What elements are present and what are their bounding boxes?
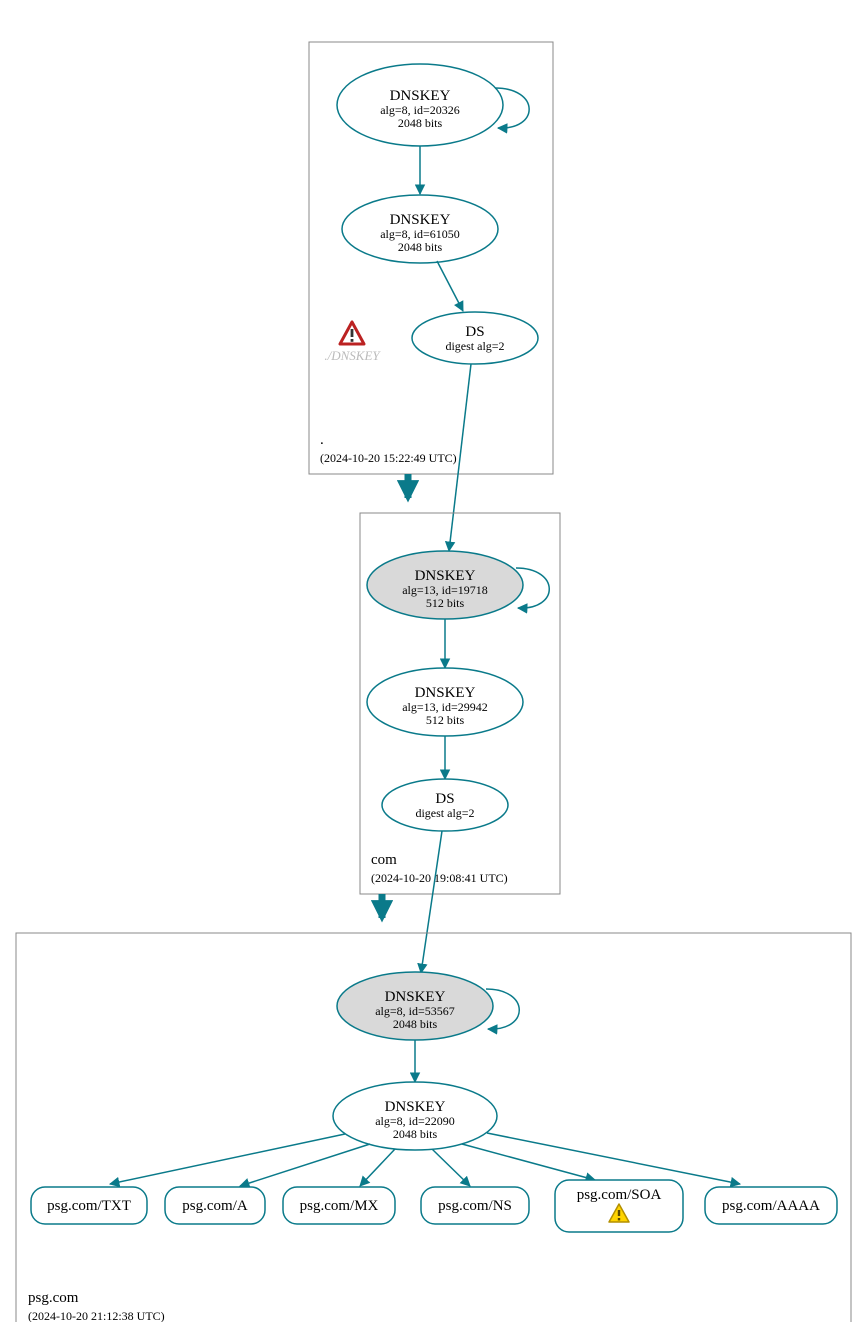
node-root-ksk-title: DNSKEY — [390, 88, 451, 104]
record-ns-label: psg.com/NS — [438, 1198, 512, 1214]
warning-exclaim-bar — [351, 329, 354, 337]
node-com-ds-title: DS — [435, 791, 454, 807]
edge-zsk-to-a — [240, 1144, 370, 1186]
zone-root-label: . — [320, 432, 324, 448]
node-psg-ksk: DNSKEY alg=8, id=53567 2048 bits — [337, 972, 493, 1040]
zone-root-timestamp: (2024-10-20 15:22:49 UTC) — [320, 451, 457, 465]
record-soa-label: psg.com/SOA — [577, 1187, 662, 1203]
warning-root-dnskey: ./DNSKEY — [324, 322, 381, 363]
record-txt-label: psg.com/TXT — [47, 1198, 131, 1214]
node-root-ksk-line2: 2048 bits — [398, 116, 443, 130]
node-psg-ksk-line2: 2048 bits — [393, 1017, 438, 1031]
edge-zsk-to-ns — [432, 1149, 470, 1186]
node-com-zsk-line2: 512 bits — [426, 713, 465, 727]
node-root-ds: DS digest alg=2 — [412, 312, 538, 364]
record-mx: psg.com/MX — [283, 1187, 395, 1224]
zone-com-timestamp: (2024-10-20 19:08:41 UTC) — [371, 871, 508, 885]
record-txt: psg.com/TXT — [31, 1187, 147, 1224]
node-com-ds: DS digest alg=2 — [382, 779, 508, 831]
edge-root-zsk-to-ds — [437, 261, 463, 311]
node-com-zsk-title: DNSKEY — [415, 685, 476, 701]
record-aaaa-label: psg.com/AAAA — [722, 1198, 820, 1214]
node-psg-zsk-line2: 2048 bits — [393, 1127, 438, 1141]
node-root-ds-title: DS — [465, 324, 484, 340]
node-com-ksk-line2: 512 bits — [426, 596, 465, 610]
edge-zsk-to-mx — [360, 1149, 395, 1186]
edge-zsk-to-soa — [462, 1144, 595, 1180]
node-root-ds-line1: digest alg=2 — [445, 339, 504, 353]
record-a-label: psg.com/A — [182, 1198, 248, 1214]
node-root-ksk-line1: alg=8, id=20326 — [380, 103, 460, 117]
zone-root: . (2024-10-20 15:22:49 UTC) DNSKEY alg=8… — [309, 42, 553, 474]
node-psg-ksk-title: DNSKEY — [385, 989, 446, 1005]
node-psg-ksk-line1: alg=8, id=53567 — [375, 1004, 455, 1018]
record-aaaa: psg.com/AAAA — [705, 1187, 837, 1224]
node-com-ksk-title: DNSKEY — [415, 568, 476, 584]
zone-com-label: com — [371, 852, 397, 868]
node-root-zsk-line1: alg=8, id=61050 — [380, 227, 460, 241]
record-ns: psg.com/NS — [421, 1187, 529, 1224]
record-mx-label: psg.com/MX — [300, 1198, 379, 1214]
node-psg-zsk-title: DNSKEY — [385, 1099, 446, 1115]
node-com-zsk: DNSKEY alg=13, id=29942 512 bits — [367, 668, 523, 736]
warning-exclaim-dot — [351, 339, 354, 342]
record-soa: psg.com/SOA — [555, 1180, 683, 1232]
node-com-ds-line1: digest alg=2 — [415, 806, 474, 820]
record-a: psg.com/A — [165, 1187, 265, 1224]
node-psg-zsk-line1: alg=8, id=22090 — [375, 1114, 455, 1128]
node-root-ksk: DNSKEY alg=8, id=20326 2048 bits — [337, 64, 503, 146]
node-com-zsk-line1: alg=13, id=29942 — [402, 700, 488, 714]
zone-psg: psg.com (2024-10-20 21:12:38 UTC) DNSKEY… — [16, 933, 851, 1322]
node-root-zsk-title: DNSKEY — [390, 212, 451, 228]
zone-psg-timestamp: (2024-10-20 21:12:38 UTC) — [28, 1309, 165, 1322]
zone-psg-label: psg.com — [28, 1290, 79, 1306]
node-psg-zsk: DNSKEY alg=8, id=22090 2048 bits — [333, 1082, 497, 1150]
edge-zsk-to-txt — [110, 1134, 345, 1184]
node-com-ksk-line1: alg=13, id=19718 — [402, 583, 488, 597]
node-root-zsk: DNSKEY alg=8, id=61050 2048 bits — [342, 195, 498, 263]
node-com-ksk: DNSKEY alg=13, id=19718 512 bits — [367, 551, 523, 619]
zone-com: com (2024-10-20 19:08:41 UTC) DNSKEY alg… — [360, 513, 560, 894]
edge-zsk-to-aaaa — [487, 1133, 740, 1184]
edge-com-ds-to-psg-ksk — [421, 831, 442, 973]
warning-root-label: ./DNSKEY — [324, 348, 381, 363]
node-root-zsk-line2: 2048 bits — [398, 240, 443, 254]
